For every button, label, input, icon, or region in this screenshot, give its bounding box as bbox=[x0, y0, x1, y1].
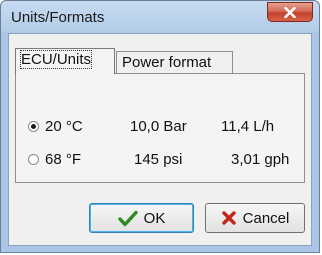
close-icon bbox=[284, 6, 296, 18]
pressure-value: 10,0 Bar bbox=[130, 117, 187, 135]
temperature-value: 20 °C bbox=[45, 117, 83, 135]
tab-label: Power format bbox=[122, 54, 212, 71]
tab-label: ECU/Units bbox=[19, 50, 93, 69]
radio-imperial[interactable] bbox=[28, 153, 39, 165]
tab-power-format[interactable]: Power format bbox=[116, 51, 233, 73]
units-formats-dialog: Units/Formats ECU/Units Power format 20 … bbox=[0, 0, 320, 253]
flow-value: 3,01 gph bbox=[231, 150, 290, 168]
cancel-button[interactable]: Cancel bbox=[205, 203, 305, 233]
radio-metric[interactable] bbox=[28, 120, 39, 132]
ok-button[interactable]: OK bbox=[89, 203, 194, 233]
ok-button-label: OK bbox=[143, 209, 166, 227]
checkmark-icon bbox=[117, 210, 138, 227]
cancel-button-label: Cancel bbox=[242, 209, 290, 227]
ecu-units-panel: 20 °C 10,0 Bar 11,4 L/h 68 °F 145 psi 3,… bbox=[15, 73, 305, 183]
pressure-value: 145 psi bbox=[134, 150, 183, 168]
tab-ecu-units[interactable]: ECU/Units bbox=[15, 48, 115, 74]
temperature-value: 68 °F bbox=[45, 150, 82, 168]
option-row-metric[interactable]: 20 °C 10,0 Bar 11,4 L/h bbox=[28, 116, 274, 136]
option-row-imperial[interactable]: 68 °F 145 psi 3,01 gph bbox=[28, 149, 289, 169]
window-title: Units/Formats bbox=[11, 9, 105, 26]
flow-value: 11,4 L/h bbox=[221, 117, 275, 135]
close-button[interactable] bbox=[267, 2, 313, 22]
title-bar[interactable]: Units/Formats bbox=[1, 1, 319, 33]
x-icon bbox=[221, 210, 237, 226]
dialog-client-area: ECU/Units Power format 20 °C 10,0 Bar 11… bbox=[8, 33, 312, 246]
